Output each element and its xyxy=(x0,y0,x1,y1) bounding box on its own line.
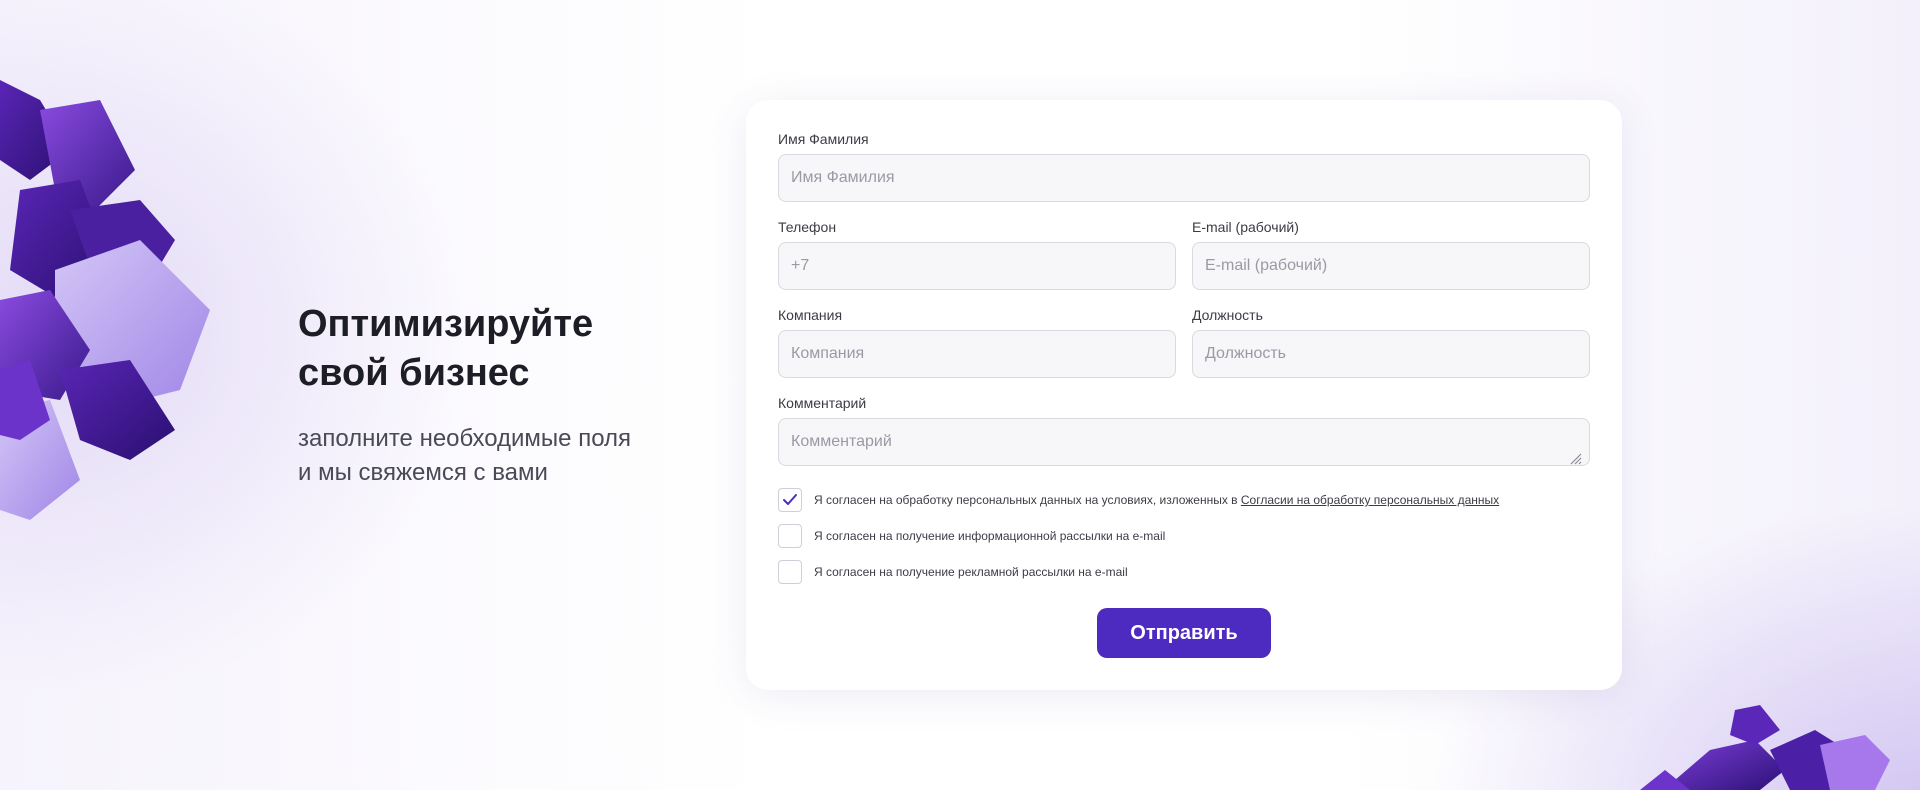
comment-label: Комментарий xyxy=(778,395,867,411)
name-label: Имя Фамилия xyxy=(778,131,869,147)
email-field-group: E-mail (рабочий) xyxy=(1192,218,1590,290)
position-field-group: Должность xyxy=(1192,306,1590,378)
email-label: E-mail (рабочий) xyxy=(1192,219,1299,235)
company-label: Компания xyxy=(778,307,843,323)
decorative-cubes-right xyxy=(1640,705,1890,790)
consent-personal-data-checkbox[interactable] xyxy=(778,488,802,512)
page-title: Оптимизируйте свой бизнес xyxy=(298,303,594,394)
phone-label: Телефон xyxy=(778,219,837,235)
consent-agreement-link[interactable]: Согласии на обработку персональных данны… xyxy=(1241,493,1499,507)
consent-personal-data-label: Я согласен на обработку персональных дан… xyxy=(814,493,1499,507)
company-input[interactable] xyxy=(778,330,1176,378)
comment-textarea[interactable] xyxy=(778,418,1590,466)
submit-button[interactable]: Отправить xyxy=(1097,608,1271,658)
contact-form: Имя Фамилия Телефон E-mail (рабочий) Ком… xyxy=(746,100,1622,690)
consent-ad-newsletter-checkbox[interactable] xyxy=(778,560,802,584)
consent-ad-newsletter-label: Я согласен на получение рекламной рассыл… xyxy=(814,565,1128,579)
consent-info-newsletter-checkbox[interactable] xyxy=(778,524,802,548)
consent-info-newsletter-label: Я согласен на получение информационной р… xyxy=(814,529,1166,543)
checkmark-icon xyxy=(783,494,797,505)
email-input[interactable] xyxy=(1192,242,1590,290)
position-label: Должность xyxy=(1192,307,1263,323)
consent-ad-newsletter: Я согласен на получение рекламной рассыл… xyxy=(778,560,1598,584)
consent-personal-data-text: Я согласен на обработку персональных дан… xyxy=(814,493,1241,507)
page-subtitle: заполните необходимые поля и мы свяжемся… xyxy=(298,425,632,486)
consent-list: Я согласен на обработку персональных дан… xyxy=(778,488,1598,596)
phone-input[interactable] xyxy=(778,242,1176,290)
decorative-cubes-left xyxy=(0,80,210,520)
position-input[interactable] xyxy=(1192,330,1590,378)
consent-info-newsletter: Я согласен на получение информационной р… xyxy=(778,524,1598,548)
phone-field-group: Телефон xyxy=(778,218,1176,290)
company-field-group: Компания xyxy=(778,306,1176,378)
promo-block: Оптимизируйте свой бизнес заполните необ… xyxy=(298,300,698,490)
consent-personal-data: Я согласен на обработку персональных дан… xyxy=(778,488,1598,512)
name-field-group: Имя Фамилия xyxy=(778,130,1590,202)
resize-handle-icon[interactable] xyxy=(1568,451,1582,465)
comment-field-group: Комментарий xyxy=(778,394,1590,471)
name-input[interactable] xyxy=(778,154,1590,202)
